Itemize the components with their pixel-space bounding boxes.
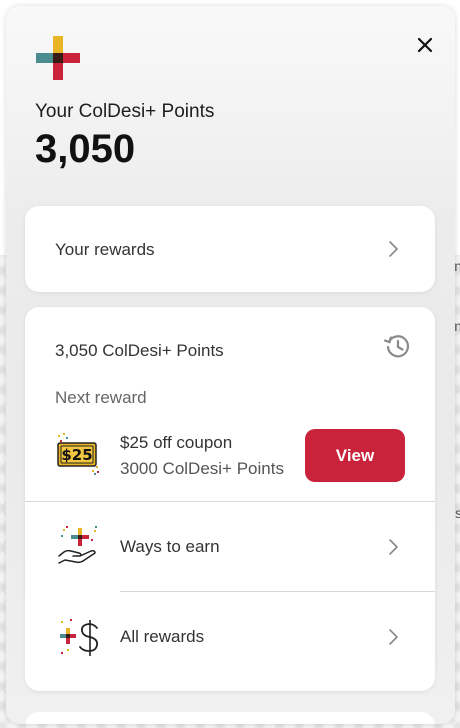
coupon-title: $25 off coupon (120, 433, 233, 452)
your-rewards-button[interactable]: Your rewards (25, 206, 435, 292)
rewards-panel: Your ColDesi+ Points 3,050 Your rewards … (6, 6, 455, 724)
ways-to-earn-label: Ways to earn (120, 537, 220, 556)
close-button[interactable] (412, 32, 438, 58)
coupon-badge-text: $25 (61, 446, 92, 464)
all-rewards-link[interactable]: All rewards (25, 592, 435, 681)
ways-to-earn-link[interactable]: Ways to earn (25, 502, 435, 591)
dollar-plus-icon (60, 619, 99, 656)
coldesi-logo (36, 36, 80, 80)
points-card: 3,050 ColDesi+ Points Next reward $25 $2… (25, 307, 435, 691)
chevron-right-icon (389, 539, 398, 555)
chevron-right-icon (389, 241, 398, 257)
background-text-fragment: n (454, 318, 460, 334)
all-rewards-label: All rewards (120, 627, 205, 646)
hand-plus-icon (58, 526, 97, 564)
background-text-fragment: n (454, 258, 460, 274)
view-coupon-button[interactable]: View (305, 429, 405, 482)
points-balance: 3,050 (35, 127, 136, 171)
close-icon (417, 37, 433, 53)
background-text-fragment: s (455, 505, 460, 521)
coupon-cost: 3000 ColDesi+ Points (120, 459, 284, 478)
your-rewards-label: Your rewards (55, 240, 155, 259)
bottom-card (25, 712, 435, 724)
coupon-icon: $25 (57, 433, 99, 475)
points-summary: 3,050 ColDesi+ Points (55, 341, 224, 360)
next-reward-label: Next reward (55, 388, 147, 407)
points-label: Your ColDesi+ Points (35, 101, 215, 122)
chevron-right-icon (389, 629, 398, 645)
history-icon[interactable] (383, 332, 411, 360)
